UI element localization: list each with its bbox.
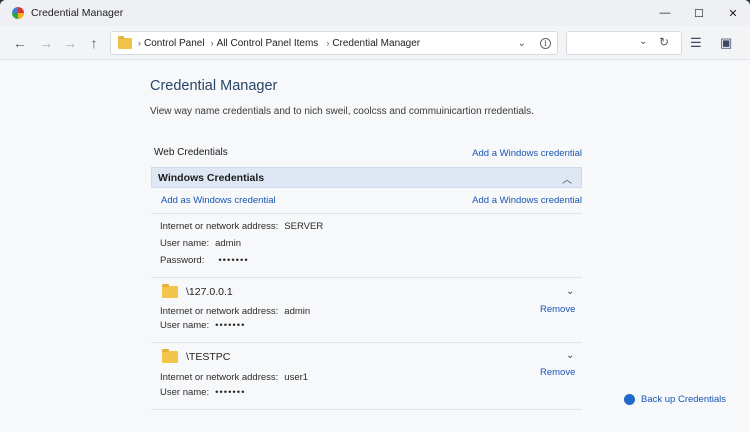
- search-box[interactable]: ⌄ ↻: [566, 31, 682, 55]
- breadcrumb-all-items[interactable]: All Control Panel Items: [217, 38, 319, 49]
- info-icon[interactable]: i: [540, 37, 551, 49]
- navigation-bar: ← → → ↑ › Control Panel › All Control Pa…: [0, 26, 750, 60]
- divider: [151, 409, 582, 410]
- user-label: User name:: [160, 320, 210, 331]
- chevron-down-icon[interactable]: ⌄: [566, 350, 574, 361]
- list-view-icon[interactable]: ☰: [690, 35, 702, 51]
- password-label: Password:: [160, 255, 205, 266]
- password-value: •••••••: [218, 255, 249, 266]
- address-label: Internet or network address:: [160, 306, 279, 317]
- folder-icon: [118, 35, 132, 49]
- server-address-row: Internet or network address: SERVER: [160, 221, 323, 232]
- server-password-row: Password: •••••••: [160, 255, 249, 266]
- credential-name: \127.0.0.1: [186, 286, 233, 298]
- user-value: •••••••: [215, 387, 246, 398]
- breadcrumb-separator-icon: ›: [138, 38, 141, 48]
- window-controls: — ☐ ✕: [648, 0, 750, 26]
- server-user-row: User name: admin: [160, 238, 241, 249]
- windows-credentials-label: Windows Credentials: [158, 172, 265, 184]
- up-arrow-icon[interactable]: ↑: [82, 31, 106, 55]
- main-content: Credential Manager View way name credent…: [0, 60, 750, 432]
- entry-user-row: User name: •••••••: [160, 387, 245, 398]
- remove-button[interactable]: Remove: [540, 367, 575, 378]
- back-arrow-icon[interactable]: ←: [8, 31, 32, 55]
- page-description: View way name credentials and to nich sw…: [150, 106, 534, 117]
- minimize-button[interactable]: —: [648, 0, 682, 26]
- entry-address-row: Internet or network address: admin: [160, 306, 310, 317]
- window-title: Credential Manager: [31, 7, 124, 19]
- credential-manager-window: Credential Manager — ☐ ✕ ← → → ↑ › Contr…: [0, 0, 750, 432]
- refresh-icon[interactable]: ↻: [659, 35, 669, 49]
- breadcrumb-credential-manager[interactable]: Credential Manager: [332, 38, 420, 49]
- address-label: Internet or network address:: [160, 372, 279, 383]
- web-credentials-section: Web Credentials Add a Windows credential: [150, 144, 582, 164]
- breadcrumb-control-panel[interactable]: Control Panel: [144, 38, 205, 49]
- forward-arrow-icon[interactable]: →: [34, 31, 58, 55]
- breadcrumb-separator-icon: ›: [210, 38, 214, 48]
- address-value: user1: [284, 372, 309, 383]
- user-label: User name:: [160, 238, 210, 249]
- chevron-up-icon[interactable]: ︿: [562, 171, 572, 186]
- details-pane-icon[interactable]: ▣: [720, 35, 732, 51]
- entry-address-row: Internet or network address: user1: [160, 372, 308, 383]
- user-value: •••••••: [215, 320, 246, 331]
- add-windows-credential-link[interactable]: Add a Windows credential: [472, 195, 582, 206]
- credential-entry-header[interactable]: \TESTPC: [162, 349, 231, 363]
- folder-icon: [162, 349, 178, 363]
- user-value: admin: [215, 238, 241, 249]
- add-windows-credential-link[interactable]: Add a Windows credential: [472, 148, 582, 159]
- web-credentials-tab[interactable]: Web Credentials: [154, 147, 228, 158]
- page-title: Credential Manager: [150, 78, 278, 94]
- chevron-down-icon[interactable]: ⌄: [639, 36, 647, 47]
- address-bar[interactable]: › Control Panel › All Control Panel Item…: [110, 31, 558, 55]
- breadcrumb-separator-icon: ›: [326, 38, 330, 48]
- user-label: User name:: [160, 387, 210, 398]
- back-up-credentials-link[interactable]: Back up Credentials: [624, 394, 726, 405]
- gear-icon: [624, 394, 635, 405]
- chevron-down-icon[interactable]: ⌄: [518, 38, 526, 49]
- address-label: Internet or network address:: [160, 221, 279, 232]
- windows-credentials-header[interactable]: Windows Credentials ︿: [151, 167, 582, 188]
- divider: [151, 213, 582, 214]
- folder-icon: [162, 284, 178, 298]
- control-panel-icon: [12, 7, 24, 19]
- title-bar: Credential Manager — ☐ ✕: [0, 0, 750, 26]
- credential-entry-header[interactable]: \127.0.0.1: [162, 284, 233, 298]
- add-credential-row: Add as Windows credential Add a Windows …: [151, 192, 582, 210]
- recent-forward-icon[interactable]: →: [58, 31, 82, 55]
- back-up-credentials-label[interactable]: Back up Credentials: [641, 394, 726, 405]
- entry-user-row: User name: •••••••: [160, 320, 245, 331]
- chevron-down-icon[interactable]: ⌄: [566, 286, 574, 297]
- address-value: SERVER: [284, 221, 324, 232]
- divider: [151, 277, 582, 278]
- add-as-windows-credential-link[interactable]: Add as Windows credential: [161, 195, 276, 206]
- address-actions: ⌄ i: [518, 32, 551, 54]
- divider: [151, 342, 582, 343]
- remove-button[interactable]: Remove: [540, 304, 575, 315]
- close-button[interactable]: ✕: [716, 0, 750, 26]
- maximize-button[interactable]: ☐: [682, 0, 716, 26]
- address-value: admin: [284, 306, 311, 317]
- credential-name: \TESTPC: [186, 351, 231, 363]
